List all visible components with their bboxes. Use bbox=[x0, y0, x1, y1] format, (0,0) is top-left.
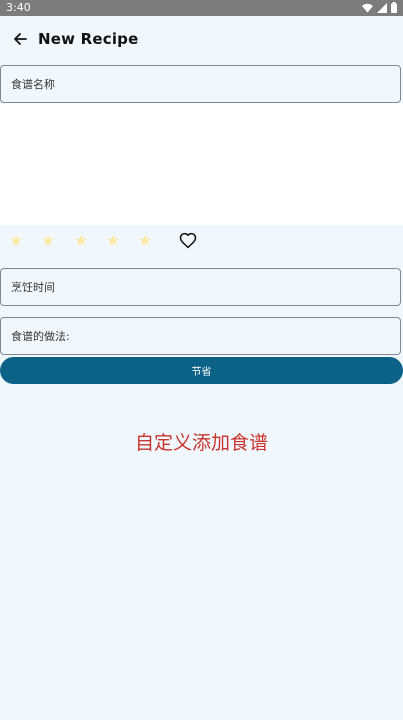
status-time: 3:40 bbox=[6, 1, 31, 14]
rating-star-2[interactable]: ★ bbox=[39, 232, 57, 250]
rating-star-1[interactable]: ★ bbox=[7, 232, 25, 250]
recipe-image-area[interactable] bbox=[0, 103, 403, 225]
cook-time-input[interactable] bbox=[1, 269, 400, 305]
rating-star-5[interactable]: ★ bbox=[136, 232, 154, 250]
page-title: New Recipe bbox=[38, 30, 139, 48]
status-icons bbox=[362, 2, 397, 13]
recipe-name-field[interactable] bbox=[0, 65, 401, 103]
app-bar: New Recipe bbox=[0, 16, 403, 62]
favorite-heart-icon[interactable] bbox=[179, 232, 197, 250]
rating-row: ★ ★ ★ ★ ★ bbox=[0, 229, 403, 255]
status-bar: 3:40 bbox=[0, 0, 403, 16]
recipe-method-input[interactable] bbox=[1, 318, 400, 354]
rating-star-4[interactable]: ★ bbox=[104, 232, 122, 250]
recipe-method-field[interactable] bbox=[0, 317, 401, 355]
wifi-icon bbox=[362, 3, 373, 12]
back-button[interactable] bbox=[9, 28, 31, 50]
custom-recipe-banner: 自定义添加食谱 bbox=[134, 432, 268, 454]
signal-icon bbox=[377, 2, 387, 13]
cook-time-field[interactable] bbox=[0, 268, 401, 306]
recipe-name-input[interactable] bbox=[1, 66, 400, 102]
arrow-back-icon bbox=[14, 33, 27, 45]
rating-star-3[interactable]: ★ bbox=[72, 232, 90, 250]
save-button[interactable]: 节省 bbox=[0, 357, 403, 384]
battery-icon bbox=[391, 2, 397, 13]
